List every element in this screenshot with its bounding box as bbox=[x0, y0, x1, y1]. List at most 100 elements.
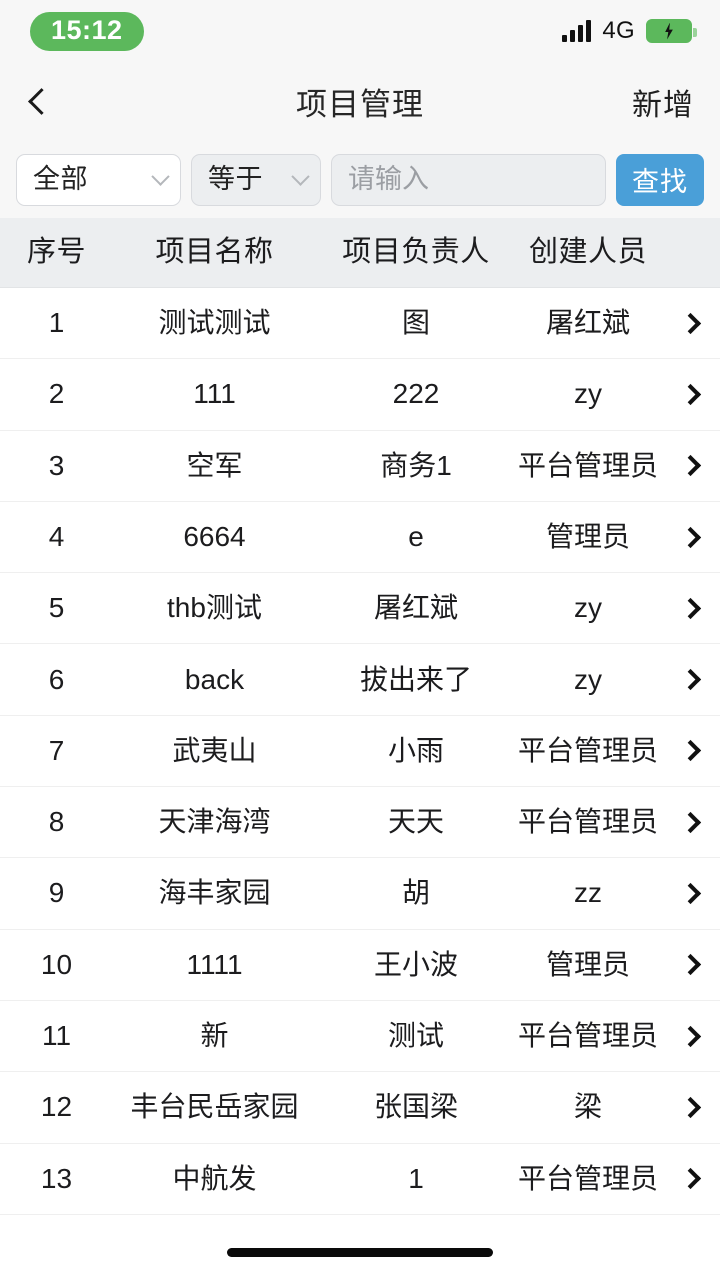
cell-project-name: 武夷山 bbox=[172, 734, 257, 766]
chevron-right-icon bbox=[679, 1025, 701, 1047]
row-detail-button[interactable] bbox=[664, 954, 720, 976]
table-row[interactable]: 11 新 测试 平台管理员 bbox=[0, 1001, 720, 1073]
chevron-right-icon bbox=[679, 526, 701, 548]
table-row[interactable]: 2 111 222 zy bbox=[0, 359, 720, 431]
network-type-label: 4G bbox=[602, 17, 635, 44]
table-row[interactable]: 12 丰台民岳家园 张国梁 梁 bbox=[0, 1072, 720, 1144]
home-indicator-bar[interactable] bbox=[227, 1247, 493, 1257]
cell-project-owner: 胡 bbox=[401, 877, 430, 909]
table-row[interactable]: 4 6664 e 管理员 bbox=[0, 502, 720, 574]
cell-project-owner: 屠红斌 bbox=[373, 592, 458, 624]
app-screen: 15:12 4G 项目管理 新增 全部 等于 查找 bbox=[0, 0, 720, 1280]
cell-project-owner: 天天 bbox=[387, 806, 444, 838]
cell-creator: 平台管理员 bbox=[517, 1020, 658, 1052]
row-detail-button[interactable] bbox=[664, 383, 720, 406]
cell-index: 11 bbox=[41, 1020, 72, 1052]
cell-creator: zy bbox=[574, 592, 602, 624]
table-row[interactable]: 13 中航发 1 平台管理员 bbox=[0, 1144, 720, 1215]
cell-project-owner: 图 bbox=[401, 307, 430, 339]
search-input[interactable] bbox=[331, 153, 606, 206]
chevron-right-icon bbox=[679, 383, 701, 406]
column-header-index: 序号 bbox=[26, 235, 86, 268]
cell-index: 10 bbox=[40, 948, 73, 980]
row-detail-button[interactable] bbox=[664, 526, 720, 548]
cell-index: 5 bbox=[48, 592, 65, 624]
cell-project-name: 丰台民岳家园 bbox=[130, 1091, 299, 1123]
table-row[interactable]: 1 测试测试 图 屠红斌 bbox=[0, 288, 720, 360]
cell-project-name: 6664 bbox=[183, 520, 246, 552]
cell-project-name: 1111 bbox=[186, 948, 243, 980]
chevron-down-icon bbox=[151, 167, 170, 186]
row-detail-button[interactable] bbox=[664, 455, 720, 477]
cell-project-name: 海丰家园 bbox=[158, 877, 271, 909]
page-title: 项目管理 bbox=[296, 87, 424, 122]
cell-project-name: thb测试 bbox=[167, 592, 262, 624]
navigation-bar: 项目管理 新增 bbox=[0, 62, 720, 141]
table-row[interactable]: 9 海丰家园 胡 zz bbox=[0, 858, 720, 930]
cell-creator: 平台管理员 bbox=[517, 1162, 658, 1194]
operator-select[interactable]: 等于 bbox=[191, 153, 321, 206]
operator-select-value: 等于 bbox=[208, 164, 263, 194]
table-row[interactable]: 3 空军 商务1 平台管理员 bbox=[0, 431, 720, 502]
cell-project-name: 中航发 bbox=[172, 1162, 257, 1194]
table-row[interactable]: 6 back 拔出来了 zy bbox=[0, 644, 720, 716]
status-time: 15:12 bbox=[30, 11, 144, 51]
add-button[interactable]: 新增 bbox=[632, 80, 694, 124]
cell-index: 6 bbox=[48, 663, 65, 695]
chevron-right-icon bbox=[679, 954, 701, 976]
cell-creator: 平台管理员 bbox=[517, 449, 658, 481]
cell-project-owner: 测试 bbox=[387, 1020, 444, 1052]
table-row[interactable]: 7 武夷山 小雨 平台管理员 bbox=[0, 716, 720, 788]
search-button[interactable]: 查找 bbox=[616, 153, 704, 206]
chevron-right-icon bbox=[679, 1168, 701, 1190]
status-bar: 15:12 4G bbox=[0, 0, 720, 62]
cell-index: 9 bbox=[48, 877, 65, 909]
row-detail-button[interactable] bbox=[664, 1025, 720, 1047]
cell-index: 7 bbox=[48, 734, 65, 766]
cell-project-owner: 商务1 bbox=[380, 449, 452, 481]
battery-charging-icon bbox=[646, 19, 697, 43]
column-header-name: 项目名称 bbox=[155, 235, 274, 268]
row-detail-button[interactable] bbox=[664, 597, 720, 619]
row-detail-button[interactable] bbox=[664, 740, 720, 762]
field-select-value: 全部 bbox=[33, 164, 88, 194]
table-row[interactable]: 5 thb测试 屠红斌 zy bbox=[0, 573, 720, 645]
cell-project-name: 111 bbox=[193, 378, 236, 410]
table-row[interactable]: 10 1111 王小波 管理员 bbox=[0, 930, 720, 1001]
signal-bars-icon bbox=[562, 20, 592, 42]
cell-creator: 梁 bbox=[573, 1091, 602, 1123]
cell-index: 12 bbox=[40, 1091, 73, 1123]
chevron-right-icon bbox=[679, 811, 701, 833]
chevron-down-icon bbox=[291, 167, 310, 186]
project-table: 序号 项目名称 项目负责人 创建人员 1 测试测试图屠红斌 2 111 222 zy 3 空军… bbox=[0, 218, 720, 1224]
cell-index: 3 bbox=[48, 449, 65, 481]
cell-creator: zy bbox=[574, 663, 602, 695]
row-detail-button[interactable] bbox=[664, 312, 720, 334]
chevron-right-icon bbox=[679, 669, 701, 691]
table-row[interactable]: 8 天津海湾 天天 平台管理员 bbox=[0, 787, 720, 859]
field-select[interactable]: 全部 bbox=[16, 153, 181, 206]
cell-creator: 屠红斌 bbox=[545, 307, 630, 339]
cell-project-name: 测试测试 bbox=[158, 307, 271, 339]
row-detail-button[interactable] bbox=[664, 1096, 720, 1119]
row-detail-button[interactable] bbox=[664, 1168, 720, 1190]
cell-project-owner: 拔出来了 bbox=[359, 663, 472, 695]
cell-project-name: 新 bbox=[200, 1020, 229, 1052]
cell-index: 2 bbox=[48, 378, 65, 410]
chevron-right-icon bbox=[679, 312, 701, 334]
back-button[interactable] bbox=[24, 75, 78, 129]
row-detail-button[interactable] bbox=[664, 669, 720, 691]
cell-project-owner: 小雨 bbox=[387, 734, 444, 766]
cell-index: 8 bbox=[48, 806, 65, 838]
chevron-right-icon bbox=[679, 597, 701, 619]
cell-creator: 平台管理员 bbox=[517, 806, 658, 838]
cell-creator: zz bbox=[574, 877, 602, 909]
row-detail-button[interactable] bbox=[664, 882, 720, 905]
cell-index: 1 bbox=[48, 307, 65, 339]
cell-index: 4 bbox=[48, 520, 65, 552]
row-detail-button[interactable] bbox=[664, 811, 720, 833]
lightning-bolt-icon bbox=[665, 22, 673, 40]
chevron-right-icon bbox=[679, 882, 701, 905]
home-indicator-area bbox=[0, 1224, 720, 1280]
cell-project-owner: 王小波 bbox=[373, 948, 458, 980]
